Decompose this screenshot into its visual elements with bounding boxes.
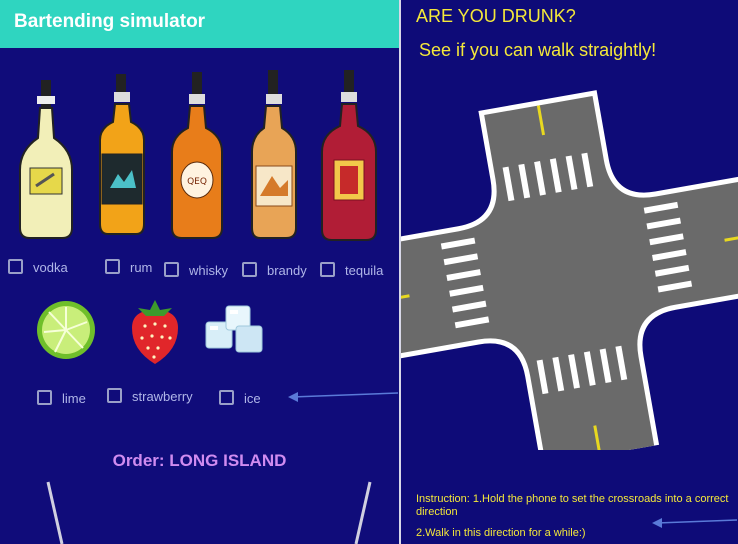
- crossroads-icon[interactable]: [401, 70, 738, 450]
- bartending-screen: Bartending simulator QEQ vodka rum whisk…: [0, 0, 399, 544]
- instruction-step-2: 2.Walk in this direction for a while:): [416, 527, 586, 539]
- label-rum: rum: [130, 260, 153, 275]
- checkbox-rum[interactable]: [105, 259, 120, 274]
- checkbox-tequila[interactable]: [320, 262, 335, 277]
- rum-bottle-icon[interactable]: [96, 74, 148, 238]
- pointer-arrow-icon: [288, 392, 399, 402]
- drunk-subtitle: See if you can walk straightly!: [419, 40, 657, 60]
- label-strawberry: strawberry: [132, 389, 193, 404]
- drunk-title: ARE YOU DRUNK?: [416, 6, 576, 26]
- label-brandy: brandy: [267, 263, 307, 278]
- checkbox-whisky[interactable]: [164, 262, 179, 277]
- checkbox-lime[interactable]: [37, 390, 52, 405]
- drunk-test-screen: ARE YOU DRUNK? See if you can walk strai…: [401, 0, 738, 544]
- direction-arrow-icon: [652, 518, 738, 528]
- label-lime: lime: [62, 391, 86, 406]
- checkbox-ice[interactable]: [219, 390, 234, 405]
- svg-text:QEQ: QEQ: [187, 177, 207, 187]
- app-title: Bartending simulator: [14, 11, 206, 32]
- tequila-bottle-icon[interactable]: [318, 70, 380, 244]
- brandy-bottle-icon[interactable]: [248, 70, 300, 242]
- label-ice: ice: [244, 391, 261, 406]
- checkbox-vodka[interactable]: [8, 259, 23, 274]
- checkbox-strawberry[interactable]: [107, 388, 122, 403]
- order-text: Order: LONG ISLAND: [112, 451, 287, 470]
- glass-outline: [46, 481, 372, 544]
- app-bar: Bartending simulator: [0, 0, 399, 48]
- label-tequila: tequila: [345, 263, 384, 278]
- label-whisky: whisky: [189, 263, 229, 278]
- checkbox-brandy[interactable]: [242, 262, 257, 277]
- vodka-bottle-icon[interactable]: [16, 78, 76, 244]
- ice-cubes-icon[interactable]: [202, 302, 268, 358]
- strawberry-icon[interactable]: [128, 296, 182, 366]
- label-vodka: vodka: [33, 260, 68, 275]
- lime-icon[interactable]: [35, 298, 97, 362]
- whisky-bottle-icon[interactable]: QEQ: [168, 72, 226, 242]
